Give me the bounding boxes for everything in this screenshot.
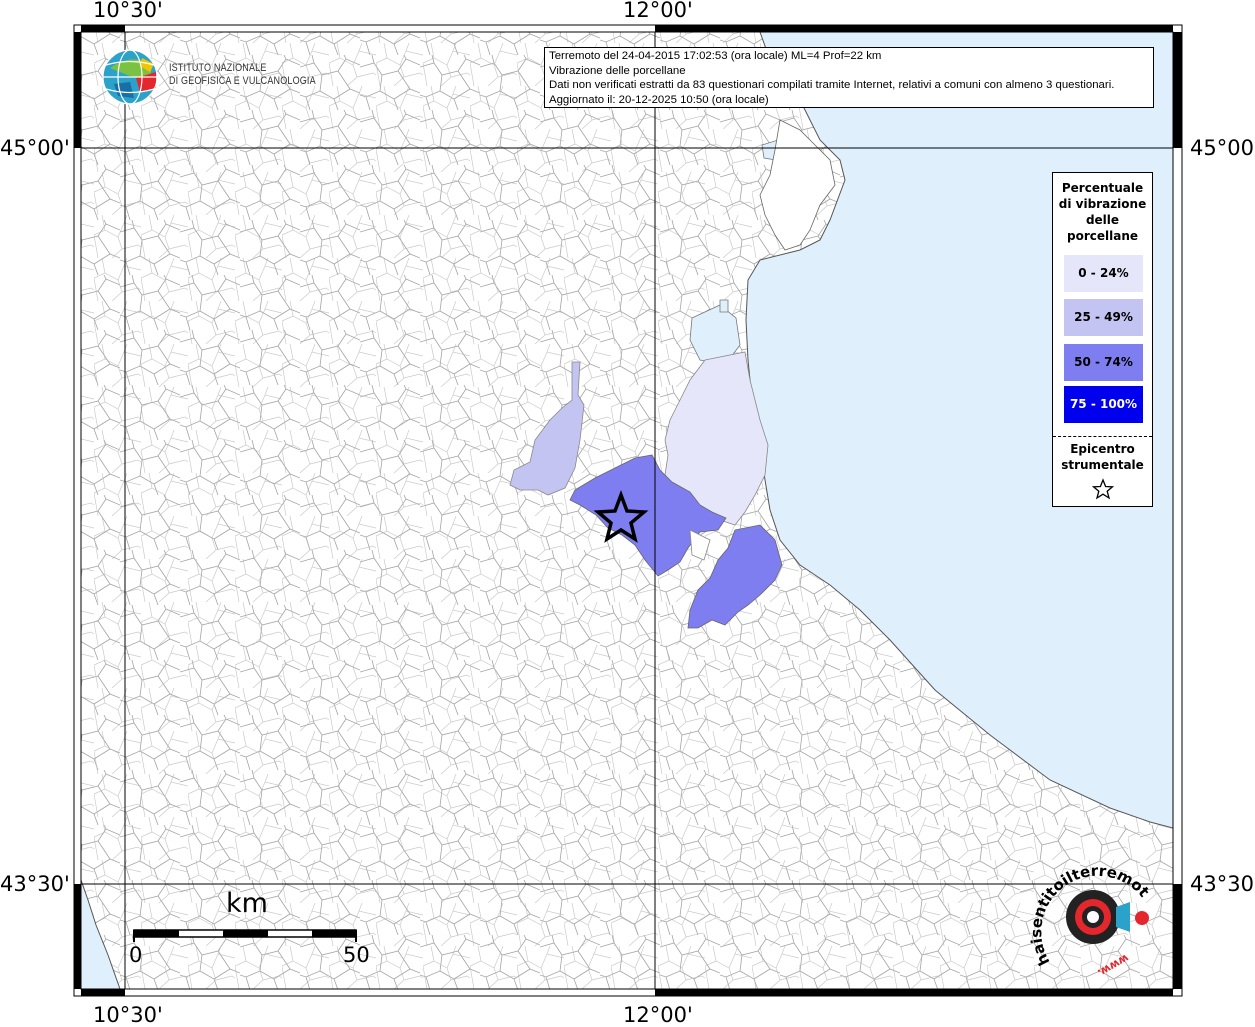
scale-bar [133, 929, 357, 942]
map-subject: Vibrazione delle porcellane [549, 64, 686, 77]
legend-title-line: di vibrazione [1058, 197, 1147, 211]
legend-item-75-100: 75 - 100% [1064, 386, 1143, 423]
event-info-box: Terremoto del 24-04-2015 17:02:53 (ora l… [544, 47, 1154, 108]
lon-label-bottom-left: 10°30' [93, 1003, 163, 1027]
legend-title-line: porcellane [1066, 229, 1138, 243]
event-title: Terremoto del 24-04-2015 17:02:53 (ora l… [549, 50, 882, 62]
lon-label-top-right: 12°00' [623, 0, 693, 22]
legend-item-50-74: 50 - 74% [1064, 344, 1143, 381]
legend-item-0-24: 0 - 24% [1064, 255, 1143, 292]
scale-unit: km [226, 888, 268, 919]
legend: Percentuale di vibrazione delle porcella… [1052, 172, 1153, 507]
legend-title: Percentuale di vibrazione delle porcella… [1053, 180, 1152, 244]
updated-timestamp: Aggiornato il: 20-12-2025 10:50 (ora loc… [549, 93, 769, 106]
ingv-globe-icon [102, 49, 158, 105]
legend-divider [1053, 436, 1152, 437]
logo-line2: DI GEOFISICA E VULCANOLOGIA [169, 75, 316, 87]
star-icon [1092, 478, 1114, 500]
lon-label-bottom-right: 12°00' [623, 1003, 693, 1027]
epicenter-line2: strumentale [1061, 458, 1144, 472]
scale-end-label: 50 [343, 943, 370, 967]
lat-label-left-top: 45°00' [0, 136, 70, 160]
haisentito-logo: haisentitoilterremoto.it www. [1030, 862, 1153, 980]
lat-label-right-bottom: 43°30' [1190, 872, 1255, 896]
legend-title-line: delle [1085, 213, 1120, 227]
lon-label-top-left: 10°30' [93, 0, 163, 22]
lat-label-left-bottom: 43°30' [0, 872, 70, 896]
epicenter-line1: Epicentro [1070, 442, 1135, 456]
legend-title-line: Percentuale [1061, 181, 1144, 195]
logo-line1: ISTITUTO NAZIONALE [169, 62, 267, 74]
scale-start-label: 0 [129, 943, 143, 967]
ingv-logo-text: ISTITUTO NAZIONALE DI GEOFISICA E VULCAN… [169, 62, 316, 88]
lat-label-right-top: 45°00' [1190, 136, 1255, 160]
legend-item-25-49: 25 - 49% [1064, 299, 1143, 336]
legend-epicenter-label: Epicentro strumentale [1053, 441, 1152, 473]
data-note: Dati non verificati estratti da 83 quest… [549, 79, 1115, 92]
watermark-www: www. [1095, 951, 1131, 979]
